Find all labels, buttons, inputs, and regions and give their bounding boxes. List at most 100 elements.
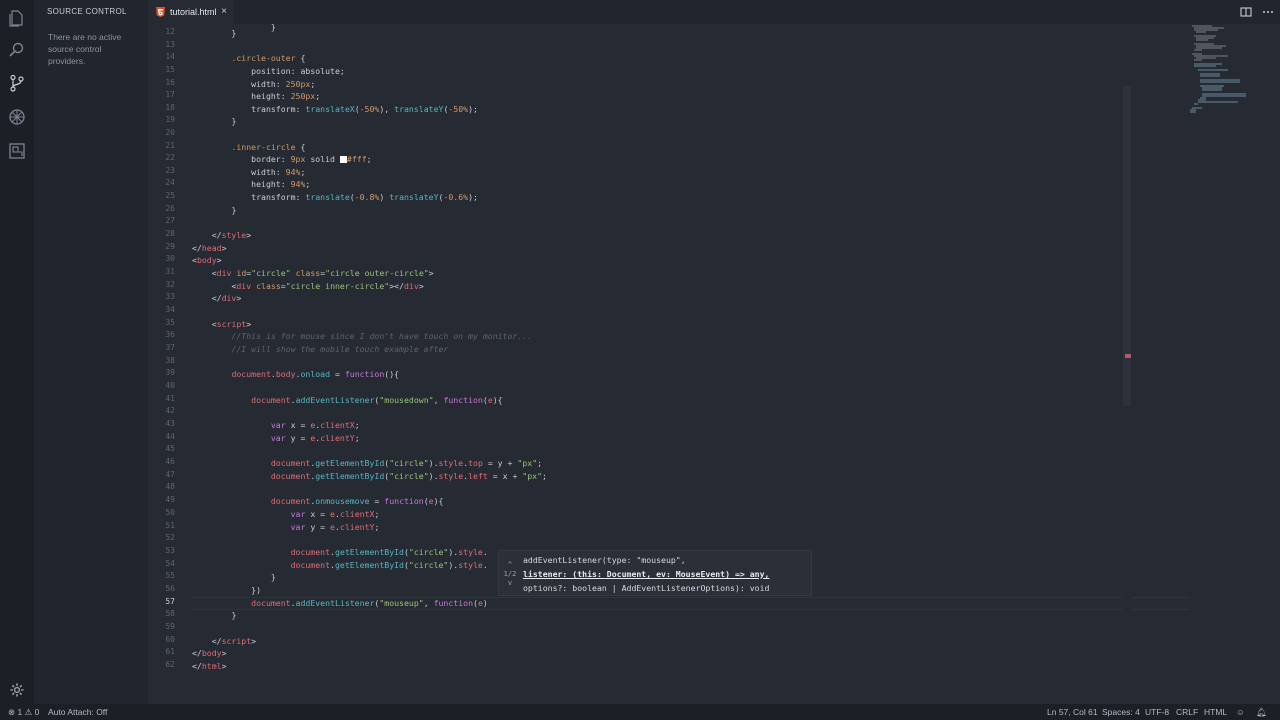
debug-icon[interactable] — [7, 107, 27, 127]
warning-count: 0 — [34, 707, 40, 717]
auto-attach-status[interactable]: Auto Attach: Off — [48, 707, 107, 717]
tab-tutorial-html[interactable]: tutorial.html × — [148, 0, 234, 24]
status-bar: ⊗ 1 ⚠ 0 Auto Attach: Off Ln 57, Col 61 S… — [0, 704, 1280, 720]
line-number: 44 — [165, 432, 175, 441]
code-line: //I will show the mobile touch example a… — [231, 344, 449, 354]
code-line: document.addEventListener("mousedown", f… — [251, 395, 503, 405]
line-number: 38 — [165, 356, 175, 365]
code-line: transform: translateX(-50%), translateY(… — [251, 104, 478, 114]
code-line: <div class="circle inner-circle"></div> — [231, 281, 424, 291]
code-line: } — [270, 572, 276, 582]
line-number: 59 — [165, 622, 175, 631]
code-line: } — [231, 610, 237, 620]
code-editor[interactable]: 12 13 14 15 16 17 18 19 20 21 22 23 24 25 26 27 28 29 30 31… — [148, 24, 1270, 704]
extensions-icon[interactable] — [7, 141, 27, 161]
source-control-icon[interactable] — [7, 73, 27, 93]
line-number: 21 — [165, 141, 175, 150]
vertical-scrollbar[interactable] — [1122, 24, 1132, 704]
code-line: <script> — [211, 319, 252, 329]
line-number: 60 — [165, 635, 175, 644]
code-line: </style> — [211, 230, 252, 240]
line-number: 28 — [165, 229, 175, 238]
code-line: <div id="circle" class="circle outer-cir… — [211, 268, 434, 278]
line-number: 41 — [165, 394, 175, 403]
code-line: </div> — [211, 293, 242, 303]
warning-icon: ⚠ — [24, 707, 33, 717]
scrollbar-thumb[interactable] — [1123, 86, 1131, 406]
signature-navigator[interactable]: ^ 1/2 v — [503, 561, 517, 591]
line-number: 49 — [165, 495, 175, 504]
indentation[interactable]: Spaces: 4 — [1102, 707, 1140, 717]
code-line: document.onmousemove = function(e){ — [270, 496, 444, 506]
code-line: transform: translate(-0.8%) translateY(-… — [251, 192, 478, 202]
language-mode[interactable]: HTML — [1204, 707, 1227, 717]
line-number: 20 — [165, 128, 175, 137]
line-number: 39 — [165, 368, 175, 377]
line-number: 22 — [165, 153, 175, 162]
line-number: 37 — [165, 343, 175, 352]
code-line: document.getElementById("circle").style. — [290, 560, 488, 570]
code-line: width: 250px; — [251, 79, 316, 89]
parameter-hint-popup: ^ 1/2 v addEventListener(type: "mouseup"… — [498, 550, 812, 596]
more-actions-icon[interactable] — [1261, 5, 1275, 19]
line-ending[interactable]: CRLF — [1176, 707, 1198, 717]
line-number: 43 — [165, 419, 175, 428]
line-number: 31 — [165, 267, 175, 276]
code-line: .inner-circle { — [231, 142, 306, 152]
line-number: 58 — [165, 609, 175, 618]
code-line: width: 94%; — [251, 167, 306, 177]
cursor-position[interactable]: Ln 57, Col 61 — [1047, 707, 1098, 717]
line-number: 29 — [165, 242, 175, 251]
line-number: 45 — [165, 444, 175, 453]
code-line: height: 94%; — [251, 179, 311, 189]
line-number: 36 — [165, 330, 175, 339]
line-number: 32 — [165, 280, 175, 289]
close-icon[interactable]: × — [221, 6, 227, 18]
line-number: 62 — [165, 660, 175, 669]
line-number: 33 — [165, 292, 175, 301]
line-number: 18 — [165, 103, 175, 112]
line-number: 40 — [165, 381, 175, 390]
code-line: } — [231, 116, 237, 126]
code-line: document.getElementById("circle").style.… — [270, 471, 547, 481]
line-number: 53 — [165, 546, 175, 555]
signature-counter: 1/2 — [503, 570, 517, 578]
signature-line-3: options?: boolean | AddEventListenerOpti… — [523, 583, 770, 593]
code-line: </script> — [211, 636, 257, 646]
empty-providers-message: There are no active source control provi… — [48, 32, 122, 66]
gear-icon[interactable] — [9, 682, 25, 698]
line-number: 27 — [165, 216, 175, 225]
files-icon[interactable] — [7, 8, 27, 28]
chevron-down-icon[interactable]: v — [503, 579, 517, 588]
code-line: <body> — [192, 255, 222, 265]
chevron-up-icon[interactable]: ^ — [503, 561, 517, 570]
split-editor-icon[interactable] — [1239, 5, 1253, 19]
code-line: document.getElementById("circle").style.… — [270, 458, 543, 468]
code-line: .circle-outer { — [231, 53, 306, 63]
line-number: 14 — [165, 52, 175, 61]
line-number: 55 — [165, 571, 175, 580]
line-number: 47 — [165, 470, 175, 479]
encoding[interactable]: UTF-8 — [1145, 707, 1169, 717]
feedback-icon[interactable]: ☺ — [1236, 707, 1245, 717]
minimap[interactable] — [1188, 24, 1248, 114]
line-number: 57 — [165, 597, 175, 606]
activity-bar — [0, 0, 34, 704]
notifications-icon[interactable]: 🔔︎ — [1256, 707, 1267, 718]
signature-line-1: addEventListener(type: "mouseup", — [523, 555, 686, 565]
tab-bar: tutorial.html × — [148, 0, 1280, 24]
code-line: var x = e.clientX; — [270, 420, 360, 430]
code-line: </html> — [192, 661, 227, 671]
line-number: 17 — [165, 90, 175, 99]
error-count: 1 — [17, 707, 23, 717]
line-number: 16 — [165, 78, 175, 87]
code-line: } — [192, 28, 237, 38]
problems-indicator[interactable]: ⊗ 1 ⚠ 0 — [8, 707, 39, 718]
scrollbar-marker — [1125, 354, 1131, 358]
code-line: document.getElementById("circle").style. — [290, 547, 488, 557]
line-number: 46 — [165, 457, 175, 466]
search-icon[interactable] — [7, 40, 27, 60]
code-line: </body> — [192, 648, 227, 658]
html-file-icon — [156, 7, 165, 17]
line-number: 51 — [165, 521, 175, 530]
